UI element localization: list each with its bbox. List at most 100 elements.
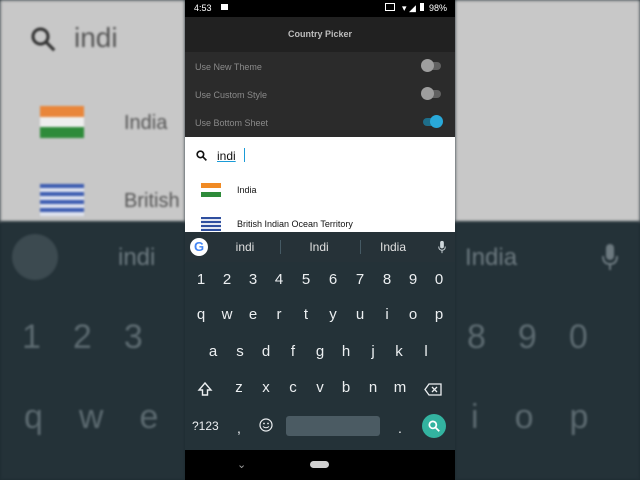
background-number-row-right: 890	[467, 318, 620, 356]
key[interactable]: s	[227, 338, 253, 366]
key[interactable]: g	[307, 338, 333, 366]
video-icon	[221, 4, 228, 10]
background-number-row: 123	[22, 318, 175, 356]
shift-icon[interactable]	[197, 381, 213, 402]
search-bar[interactable]: indi	[195, 147, 445, 165]
setting-label: Use Bottom Sheet	[195, 118, 269, 128]
key[interactable]: x	[253, 374, 279, 402]
suggestion-2[interactable]: Indi	[289, 240, 349, 254]
key[interactable]: c	[280, 374, 306, 402]
number-row: 1 2 3 4 5 6 7 8 9 0	[185, 266, 455, 296]
cast-icon	[385, 3, 396, 11]
key[interactable]: 0	[426, 266, 452, 294]
key[interactable]: v	[307, 374, 333, 402]
key[interactable]: r	[266, 301, 292, 329]
background-letter-row-right: iop	[471, 398, 625, 436]
key[interactable]: h	[333, 338, 359, 366]
battery-icon	[420, 3, 425, 11]
country-name: British Indian Ocean Territory	[237, 219, 353, 229]
key[interactable]: j	[360, 338, 386, 366]
background-google-icon	[12, 234, 58, 280]
google-icon[interactable]: G	[190, 238, 208, 256]
app-bar: Country Picker	[185, 17, 455, 52]
comma-key[interactable]: ,	[237, 420, 241, 436]
search-icon	[195, 149, 208, 167]
navigation-bar: ⌄	[185, 450, 455, 480]
background-letter-row: qwe	[24, 398, 185, 436]
suggestion-3[interactable]: India	[363, 240, 423, 254]
background-mic-icon	[600, 242, 620, 277]
search-input[interactable]: indi	[217, 149, 236, 163]
text-cursor	[244, 148, 245, 162]
key[interactable]: u	[347, 301, 373, 329]
setting-bottom-sheet[interactable]: Use Bottom Sheet	[185, 109, 455, 137]
keyboard: G indi Indi India 1 2 3 4 5 6 7 8 9 0 q …	[185, 232, 455, 450]
background-country-1: India	[124, 112, 168, 134]
key[interactable]: 6	[320, 266, 346, 294]
india-flag-icon	[201, 183, 221, 197]
key[interactable]: o	[400, 301, 426, 329]
bottom-sheet-toggle[interactable]	[423, 115, 443, 128]
key[interactable]: w	[214, 301, 240, 329]
background-left-panel: indi India British indi 123 qwe	[0, 0, 185, 480]
suggestion-divider	[360, 240, 361, 254]
home-pill[interactable]	[310, 461, 329, 468]
background-search-text: indi	[74, 22, 118, 53]
battery-percent: 98%	[428, 3, 447, 13]
key[interactable]: l	[413, 338, 439, 366]
setting-new-theme[interactable]: Use New Theme	[185, 53, 455, 81]
chevron-down-icon[interactable]: ⌄	[237, 458, 246, 471]
key[interactable]: 7	[347, 266, 373, 294]
letter-row-2: a s d f g h j k l	[185, 338, 455, 368]
new-theme-toggle[interactable]	[421, 59, 441, 72]
key[interactable]: 2	[214, 266, 240, 294]
key[interactable]: p	[426, 301, 452, 329]
emoji-icon[interactable]	[259, 418, 273, 437]
key[interactable]: 8	[374, 266, 400, 294]
phone-screen: 4:53 ▾ ◢ 98% Country Picker Use New Them…	[185, 0, 455, 480]
space-bar[interactable]	[286, 416, 380, 436]
status-icons: ▾ ◢ 98%	[385, 3, 447, 14]
suggestion-1[interactable]: indi	[215, 240, 275, 254]
key[interactable]: 3	[240, 266, 266, 294]
key[interactable]: e	[240, 301, 266, 329]
key[interactable]: z	[226, 374, 252, 402]
status-bar: 4:53 ▾ ◢ 98%	[185, 0, 455, 17]
setting-custom-style[interactable]: Use Custom Style	[185, 81, 455, 109]
mic-icon[interactable]	[437, 240, 447, 259]
key[interactable]: 4	[266, 266, 292, 294]
key[interactable]: f	[280, 338, 306, 366]
key[interactable]: 9	[400, 266, 426, 294]
background-biot-flag	[40, 184, 84, 216]
key[interactable]: q	[188, 301, 214, 329]
key[interactable]: i	[374, 301, 400, 329]
setting-label: Use Custom Style	[195, 90, 268, 100]
key[interactable]: d	[253, 338, 279, 366]
key[interactable]: n	[360, 374, 386, 402]
suggestion-strip: G indi Indi India	[185, 232, 455, 262]
background-country-2: British	[124, 190, 180, 212]
settings-list: Use New Theme Use Custom Style Use Botto…	[185, 52, 455, 137]
custom-style-toggle[interactable]	[421, 87, 441, 100]
background-suggestion-1: indi	[118, 244, 156, 271]
key[interactable]: 5	[293, 266, 319, 294]
wifi-icon: ▾	[401, 3, 407, 13]
symbols-key[interactable]: ?123	[192, 419, 219, 433]
key[interactable]: m	[387, 374, 413, 402]
background-india-flag	[40, 106, 84, 138]
key[interactable]: b	[333, 374, 359, 402]
key[interactable]: t	[293, 301, 319, 329]
search-key-icon	[427, 419, 441, 438]
backspace-icon[interactable]	[424, 383, 442, 401]
period-key[interactable]: .	[398, 420, 402, 436]
signal-icon: ◢	[409, 3, 416, 13]
key[interactable]: a	[200, 338, 226, 366]
suggestion-divider	[280, 240, 281, 254]
status-time: 4:53	[194, 3, 212, 13]
background-search-icon	[28, 24, 58, 59]
key[interactable]: k	[386, 338, 412, 366]
key[interactable]: 1	[188, 266, 214, 294]
country-item-india[interactable]: India	[185, 176, 455, 204]
search-key[interactable]	[422, 414, 446, 438]
key[interactable]: y	[320, 301, 346, 329]
